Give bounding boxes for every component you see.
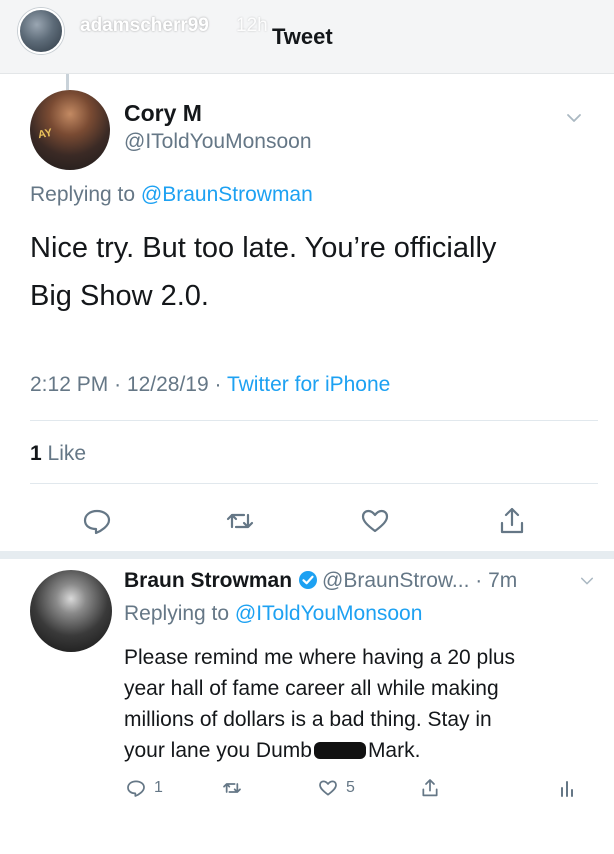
replying-to: Replying to @BraunStrowman [30, 183, 313, 207]
like-button[interactable] [357, 503, 393, 539]
reply-author: Braun Strowman @BraunStrow... · 7m [124, 569, 517, 593]
analytics-button[interactable] [556, 775, 580, 801]
reply-author-avatar[interactable] [30, 570, 112, 652]
likes-label: Like [47, 442, 87, 465]
story-avatar[interactable] [18, 8, 64, 54]
likes-number: 1 [30, 442, 42, 465]
page-title: Tweet [272, 24, 333, 49]
thread-line [66, 74, 69, 90]
author-handle[interactable]: @IToldYouMonsoon [124, 130, 312, 154]
reply-text-segment: your lane you Dumb [124, 739, 312, 762]
reply-button[interactable] [79, 503, 115, 539]
reply-replying-to: Replying to @IToldYouMonsoon [124, 602, 422, 626]
reply-text-line: millions of dollars is a bad thing. Stay… [124, 708, 492, 731]
reply-text-segment: Mark. [367, 739, 421, 762]
replying-prefix: Replying to [124, 602, 235, 625]
tweet-date: 12/28/19 [126, 373, 209, 396]
story-username[interactable]: adamscherr99 [80, 15, 209, 37]
retweet-button[interactable] [222, 503, 258, 539]
reply-text-line: your lane you Dumb Mark. [124, 735, 594, 766]
meta-separator: · [114, 373, 127, 396]
story-header: adamscherr99 12h Tweet [0, 0, 614, 74]
tweet-meta: 2:12 PM · 12/28/19 · Twitter for iPhone [30, 373, 390, 397]
author-name[interactable]: Cory M [124, 100, 202, 127]
tweet-text: Nice try. But too late. You’re officiall… [30, 224, 580, 320]
meta-separator: · [214, 373, 227, 396]
retweet-icon [223, 783, 241, 793]
likes-count[interactable]: 1 Like [30, 442, 86, 466]
author-avatar[interactable]: AY [30, 90, 110, 170]
verified-icon [299, 571, 318, 589]
replying-to-mention[interactable]: @IToldYouMonsoon [235, 602, 423, 625]
reply-age: 7m [488, 569, 518, 592]
reply-reply-button[interactable]: 1 [124, 775, 163, 801]
reply-retweet-button[interactable] [220, 775, 244, 801]
reply-share-button[interactable] [418, 775, 442, 801]
story-time: 12h [236, 15, 268, 36]
reply-text: Please remind me where having a 20 plus … [124, 642, 594, 766]
reply-icon [127, 780, 145, 797]
share-icon [422, 779, 438, 797]
like-icon [319, 780, 337, 796]
share-icon [500, 507, 524, 534]
replying-prefix: Replying to [30, 183, 141, 206]
reply-text-line: year hall of fame career all while makin… [124, 677, 499, 700]
like-icon [361, 509, 389, 533]
chevron-down-icon[interactable] [566, 110, 582, 126]
replying-to-mention[interactable]: @BraunStrowman [141, 183, 313, 206]
reply-author-name[interactable]: Braun Strowman [124, 569, 292, 592]
retweet-icon [226, 513, 254, 529]
tweet-text-line: Nice try. But too late. You’re officiall… [30, 232, 497, 264]
tweet-source[interactable]: Twitter for iPhone [227, 373, 390, 396]
chevron-down-icon[interactable] [580, 574, 594, 588]
reply-count: 1 [154, 779, 163, 796]
like-count: 5 [346, 779, 355, 796]
redaction-mark [313, 742, 366, 759]
reply-icon [83, 509, 111, 535]
avatar-text: AY [37, 126, 54, 142]
meta-separator: · [469, 569, 489, 592]
tweet-time: 2:12 PM [30, 373, 109, 396]
reply-like-button[interactable]: 5 [316, 775, 355, 801]
reply-author-handle[interactable]: @BraunStrow... [322, 569, 469, 592]
reply-text-line: Please remind me where having a 20 plus [124, 646, 516, 669]
tweet-text-line: Big Show 2.0. [30, 280, 209, 312]
analytics-icon [561, 781, 573, 797]
divider [30, 420, 598, 421]
share-button[interactable] [494, 503, 530, 539]
section-separator [0, 551, 614, 559]
divider [30, 483, 598, 484]
